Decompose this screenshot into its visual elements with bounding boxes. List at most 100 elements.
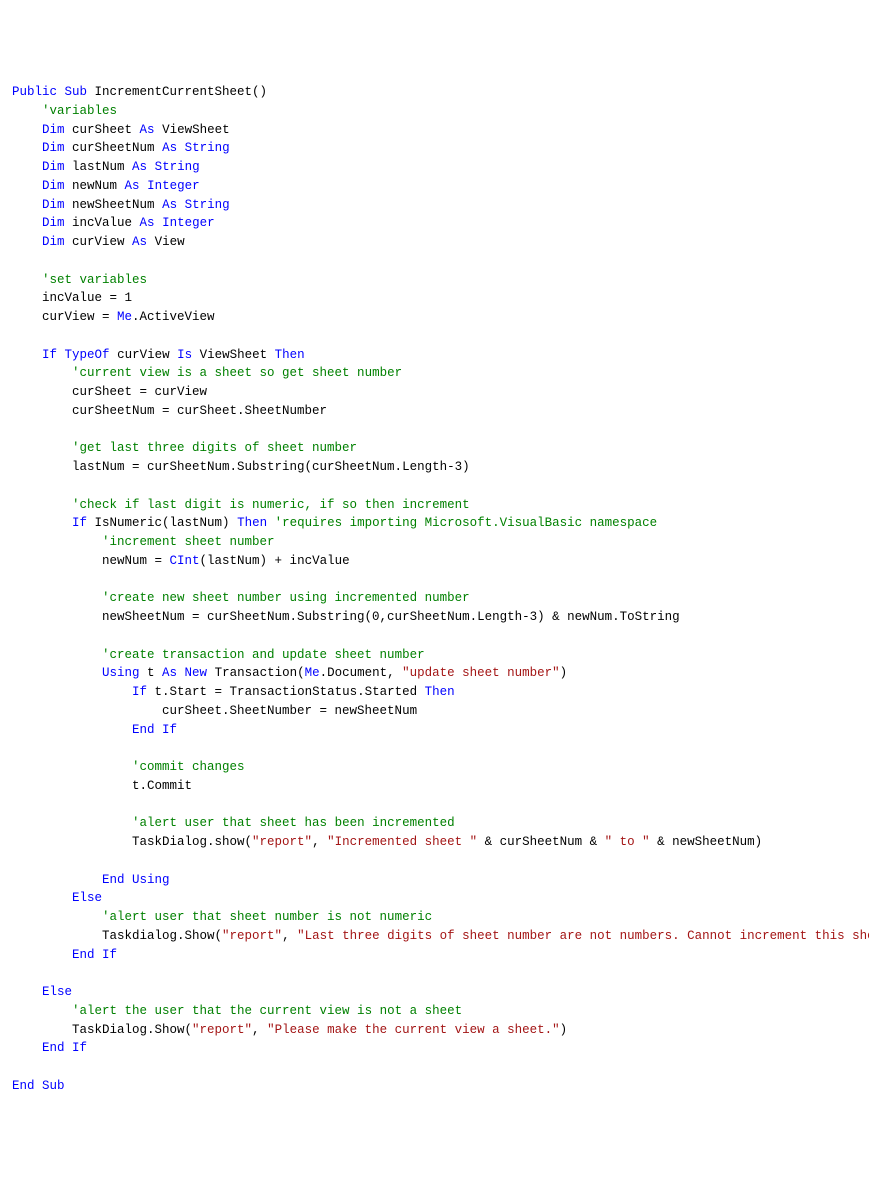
code-line: Dim incValue As Integer [12, 214, 857, 233]
comment-token: 'increment sheet number [102, 535, 275, 549]
code-line: 'alert user that sheet number is not num… [12, 908, 857, 927]
keyword-token: If [132, 685, 147, 699]
code-line: 'set variables [12, 271, 857, 290]
keyword-token: As [162, 141, 177, 155]
keyword-token: As [162, 198, 177, 212]
comment-token: 'create transaction and update sheet num… [102, 648, 425, 662]
code-line: Using t As New Transaction(Me.Document, … [12, 664, 857, 683]
keyword-token: As [132, 160, 147, 174]
code-line: Dim curView As View [12, 233, 857, 252]
code-line: End If [12, 721, 857, 740]
keyword-token: As [125, 179, 140, 193]
keyword-token: If [42, 348, 57, 362]
keyword-token: Dim [42, 123, 65, 137]
code-line: End Sub [12, 1077, 857, 1096]
keyword-token: TypeOf [65, 348, 110, 362]
comment-token: 'current view is a sheet so get sheet nu… [72, 366, 402, 380]
keyword-token: String [185, 141, 230, 155]
code-line [12, 477, 857, 496]
keyword-token: As [140, 216, 155, 230]
comment-token: 'create new sheet number using increment… [102, 591, 470, 605]
code-line: curSheet = curView [12, 383, 857, 402]
code-line: 'variables [12, 102, 857, 121]
code-line: lastNum = curSheetNum.Substring(curSheet… [12, 458, 857, 477]
code-line: t.Commit [12, 777, 857, 796]
code-line: 'alert the user that the current view is… [12, 1002, 857, 1021]
keyword-token: End If [132, 723, 177, 737]
code-line: 'current view is a sheet so get sheet nu… [12, 364, 857, 383]
code-line: 'check if last digit is numeric, if so t… [12, 496, 857, 515]
keyword-token: Integer [162, 216, 215, 230]
keyword-token: Then [237, 516, 267, 530]
keyword-token: Dim [42, 235, 65, 249]
code-line: Dim newSheetNum As String [12, 196, 857, 215]
code-line [12, 739, 857, 758]
keyword-token: Is [177, 348, 192, 362]
code-line [12, 1058, 857, 1077]
code-line: If IsNumeric(lastNum) Then 'requires imp… [12, 514, 857, 533]
code-line: TaskDialog.Show("report", "Please make t… [12, 1021, 857, 1040]
code-line: End If [12, 946, 857, 965]
code-line [12, 421, 857, 440]
keyword-token: As [140, 123, 155, 137]
code-line: Dim newNum As Integer [12, 177, 857, 196]
code-line: If TypeOf curView Is ViewSheet Then [12, 346, 857, 365]
code-line: curSheet.SheetNumber = newSheetNum [12, 702, 857, 721]
code-line: incValue = 1 [12, 289, 857, 308]
comment-token: 'get last three digits of sheet number [72, 441, 357, 455]
code-line: End Using [12, 871, 857, 890]
code-line: 'create transaction and update sheet num… [12, 646, 857, 665]
comment-token: 'alert the user that the current view is… [72, 1004, 462, 1018]
string-token: "report" [192, 1023, 252, 1037]
keyword-token: Dim [42, 160, 65, 174]
code-line: Else [12, 889, 857, 908]
string-token: " to " [605, 835, 650, 849]
string-token: "Incremented sheet " [327, 835, 477, 849]
code-line: Dim curSheetNum As String [12, 139, 857, 158]
keyword-token: End Using [102, 873, 170, 887]
comment-token: 'requires importing Microsoft.VisualBasi… [275, 516, 658, 530]
code-line: newNum = CInt(lastNum) + incValue [12, 552, 857, 571]
code-line: Dim lastNum As String [12, 158, 857, 177]
comment-token: 'variables [42, 104, 117, 118]
keyword-token: CInt [170, 554, 200, 568]
code-line: 'increment sheet number [12, 533, 857, 552]
keyword-token: Me [117, 310, 132, 324]
code-line: Else [12, 983, 857, 1002]
keyword-token: Dim [42, 141, 65, 155]
keyword-token: End If [72, 948, 117, 962]
keyword-token: Then [275, 348, 305, 362]
code-block: Public Sub IncrementCurrentSheet() 'vari… [12, 83, 857, 1096]
string-token: "report" [252, 835, 312, 849]
string-token: "Please make the current view a sheet." [267, 1023, 560, 1037]
keyword-token: If [72, 516, 87, 530]
string-token: "update sheet number" [402, 666, 560, 680]
keyword-token: Dim [42, 179, 65, 193]
comment-token: 'alert user that sheet has been incremen… [132, 816, 455, 830]
code-line: 'create new sheet number using increment… [12, 589, 857, 608]
code-line [12, 964, 857, 983]
code-line [12, 252, 857, 271]
keyword-token: As New [162, 666, 207, 680]
keyword-token: Integer [147, 179, 200, 193]
keyword-token: Then [425, 685, 455, 699]
code-line: If t.Start = TransactionStatus.Started T… [12, 683, 857, 702]
code-line: curSheetNum = curSheet.SheetNumber [12, 402, 857, 421]
comment-token: 'set variables [42, 273, 147, 287]
code-line: End If [12, 1039, 857, 1058]
keyword-token: String [155, 160, 200, 174]
comment-token: 'check if last digit is numeric, if so t… [72, 498, 470, 512]
keyword-token: Dim [42, 216, 65, 230]
code-line [12, 627, 857, 646]
string-token: "report" [222, 929, 282, 943]
code-line: curView = Me.ActiveView [12, 308, 857, 327]
keyword-token: End Sub [12, 1079, 65, 1093]
code-line [12, 852, 857, 871]
comment-token: 'alert user that sheet number is not num… [102, 910, 432, 924]
keyword-token: Dim [42, 198, 65, 212]
keyword-token: End If [42, 1041, 87, 1055]
code-line: 'alert user that sheet has been incremen… [12, 814, 857, 833]
keyword-token: Using [102, 666, 140, 680]
keyword-token: Else [42, 985, 72, 999]
code-line: Taskdialog.Show("report", "Last three di… [12, 927, 857, 946]
